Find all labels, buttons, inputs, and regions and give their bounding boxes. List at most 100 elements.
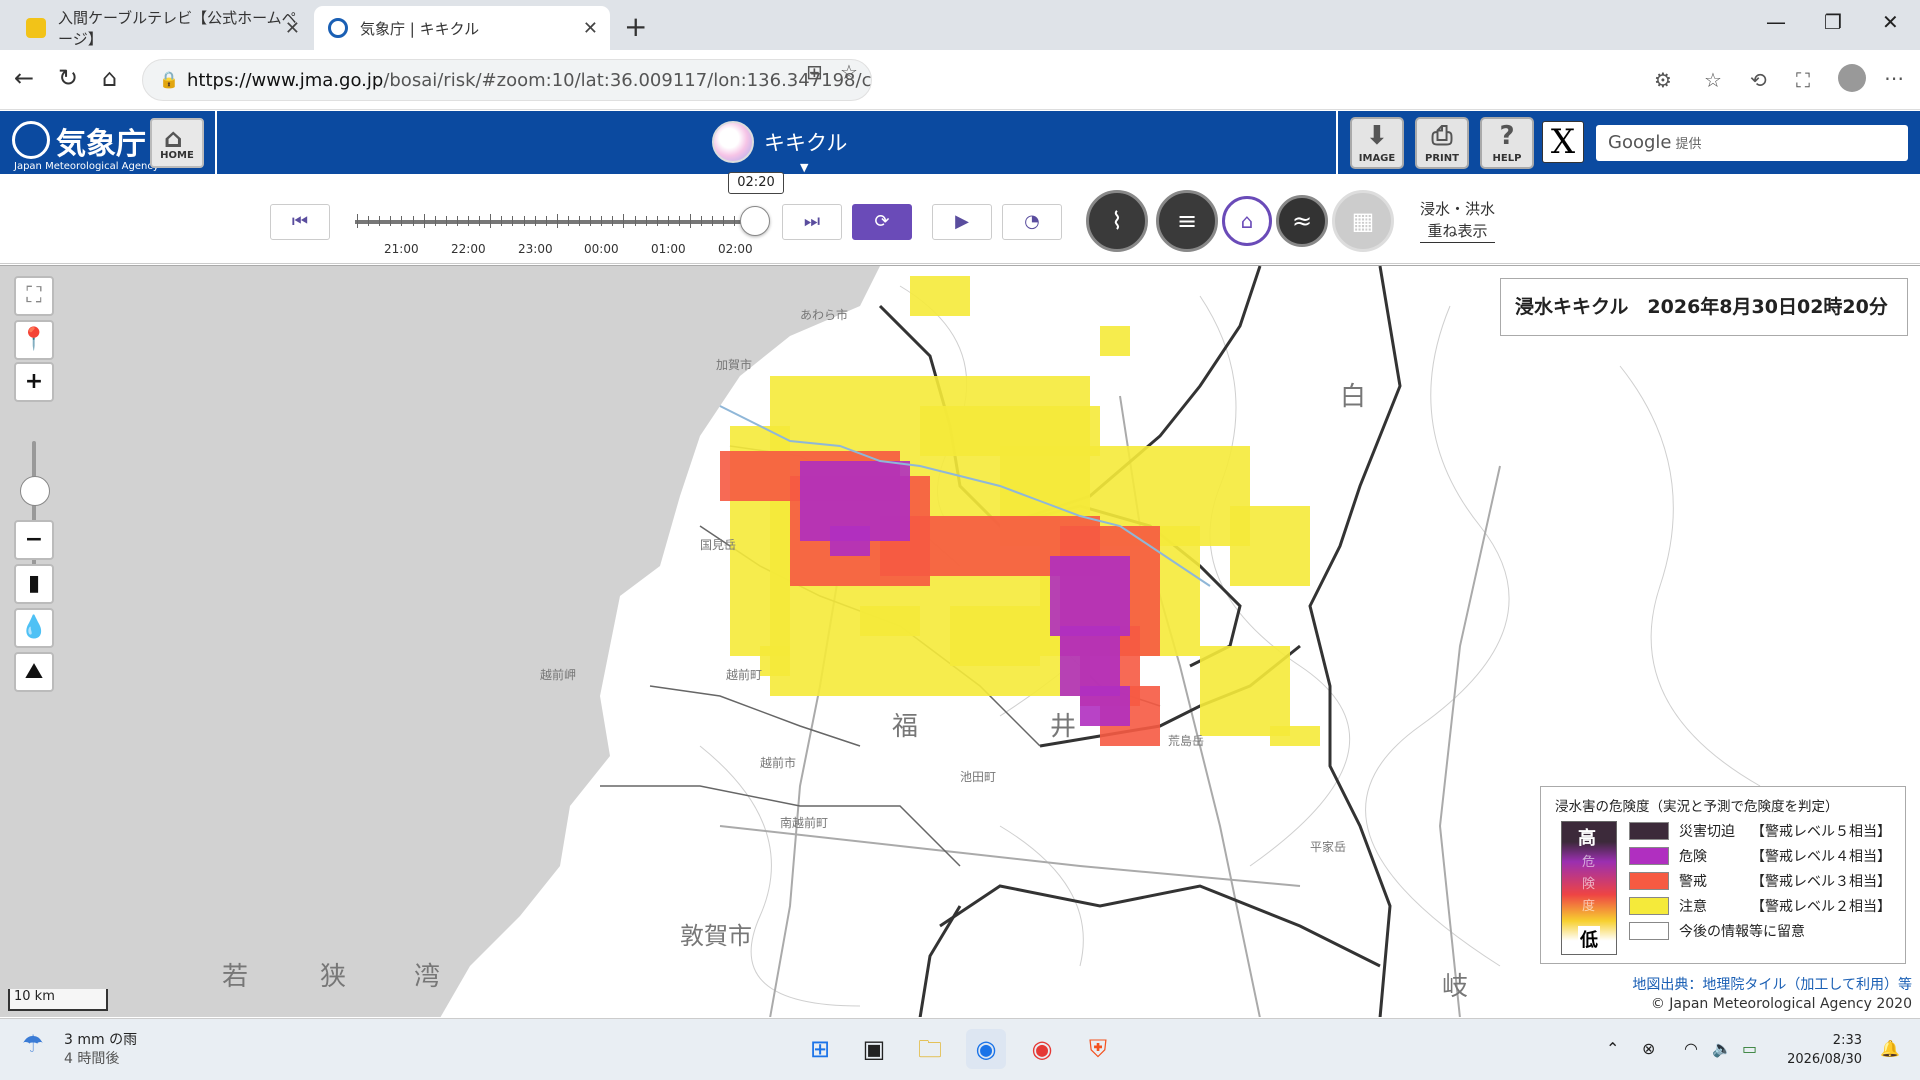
- kikikuru-logo-icon: [712, 121, 754, 163]
- new-tab-button[interactable]: +: [624, 10, 647, 43]
- time-label: 23:00: [518, 242, 553, 256]
- zoom-slider-handle[interactable]: [20, 476, 50, 506]
- layer-map-button[interactable]: ▦: [1332, 190, 1394, 252]
- app-available-icon[interactable]: ⊞: [806, 60, 823, 84]
- time-tick: [701, 216, 703, 226]
- legend-row: 危険 【警戒レベル４相当】: [1629, 846, 1891, 866]
- time-tick: [490, 214, 492, 228]
- weather-line2: 4 時間後: [64, 1051, 120, 1067]
- help-button[interactable]: ? HELP: [1480, 117, 1534, 169]
- system-clock[interactable]: 2:33 2026/08/30: [1786, 1031, 1862, 1069]
- place-label: 加賀市: [716, 358, 753, 372]
- overlay-toggle[interactable]: 浸水・洪水 重ね表示: [1420, 198, 1496, 243]
- legend-level: 【警戒レベル２相当】: [1751, 899, 1891, 915]
- tab-cable-tv[interactable]: 入間ケーブルテレビ【公式ホームページ】 ✕: [12, 6, 312, 50]
- layer-landslide-button[interactable]: ⌇: [1086, 190, 1148, 252]
- time-slider-track[interactable]: [355, 220, 755, 224]
- search-brand: Google: [1608, 132, 1672, 153]
- home-icon[interactable]: ⌂: [102, 64, 117, 92]
- back-icon[interactable]: ←: [14, 64, 34, 92]
- brave-browser-icon[interactable]: ⛨: [1078, 1029, 1118, 1069]
- task-view-icon[interactable]: ▣: [854, 1029, 894, 1069]
- maximize-icon[interactable]: ❐: [1824, 10, 1842, 34]
- tab-jma-kikikuru[interactable]: 気象庁 | キキクル ✕: [314, 6, 610, 50]
- last-frame-button[interactable]: ⏭: [782, 204, 842, 240]
- question-icon: ?: [1499, 121, 1515, 151]
- more-menu-icon[interactable]: ⋯: [1884, 66, 1904, 90]
- logo-text-jp: 気象庁: [56, 127, 146, 162]
- notification-icon[interactable]: 🔔: [1880, 1039, 1900, 1058]
- time-tick: [734, 216, 736, 226]
- tray-chevron-up-icon[interactable]: ⌃: [1606, 1039, 1619, 1058]
- location-pin-button[interactable]: 📍: [14, 320, 54, 360]
- zoom-out-button[interactable]: −: [14, 520, 54, 560]
- app-title: キキクル: [764, 131, 848, 155]
- place-label: あわら市: [800, 308, 849, 322]
- credit-source-link[interactable]: 地図出典：地理院タイル（加工して利用）等: [1632, 976, 1912, 995]
- time-tick: [423, 214, 425, 228]
- favorite-star-icon[interactable]: ☆: [840, 60, 858, 84]
- time-tick: [712, 216, 714, 226]
- time-tick: [645, 216, 647, 226]
- edge-browser-icon[interactable]: ◉: [966, 1029, 1006, 1069]
- wifi-icon[interactable]: ◠: [1684, 1039, 1698, 1058]
- place-label: 平家岳: [1310, 840, 1347, 854]
- screenshot-icon[interactable]: ⛶: [1796, 68, 1810, 92]
- time-slider-handle[interactable]: [740, 206, 770, 236]
- minimize-icon[interactable]: —: [1766, 10, 1786, 34]
- chevron-down-icon: ▼: [800, 161, 809, 174]
- close-tab-icon[interactable]: ✕: [285, 18, 300, 39]
- address-bar[interactable]: 🔒 https://www.jma.go.jp/bosai/risk/#zoom…: [142, 59, 872, 101]
- legend-high: 高: [1578, 828, 1596, 849]
- layer-inundation-button[interactable]: ≡: [1156, 190, 1218, 252]
- layer-flood-button[interactable]: ⌂: [1222, 196, 1272, 246]
- reload-icon[interactable]: ↻: [58, 64, 78, 92]
- chrome-browser-icon[interactable]: ◉: [1022, 1029, 1062, 1069]
- history-icon[interactable]: ⟲: [1750, 68, 1767, 92]
- fullscreen-button[interactable]: ⛶: [14, 276, 54, 316]
- map-credit: 地図出典：地理院タイル（加工して利用）等 © Japan Meteorologi…: [1632, 976, 1912, 1014]
- battery-icon[interactable]: ▭: [1742, 1039, 1757, 1058]
- image-button[interactable]: ⬇ IMAGE: [1350, 117, 1404, 169]
- time-tick: [479, 216, 481, 226]
- time-tick: [545, 216, 547, 226]
- legend-label: 警戒: [1679, 874, 1707, 890]
- kikikuru-menu[interactable]: キキクル ▼: [712, 121, 848, 174]
- terrain-button[interactable]: ⛰: [14, 652, 54, 692]
- overlay-line2: 重ね表示: [1420, 220, 1496, 243]
- legend-row: 注意 【警戒レベル２相当】: [1629, 896, 1891, 916]
- time-tick: [590, 216, 592, 226]
- profile-avatar[interactable]: [1838, 64, 1866, 92]
- time-tick: [456, 216, 458, 226]
- play-button[interactable]: ▶: [932, 204, 992, 240]
- header-divider: [1336, 111, 1338, 174]
- latest-refresh-button[interactable]: ⟳: [852, 204, 912, 240]
- weather-line1: 3 mm の雨: [64, 1032, 138, 1048]
- time-tick: [412, 216, 414, 226]
- x-share-button[interactable]: X: [1542, 121, 1584, 163]
- place-label: 越前市: [760, 756, 797, 770]
- close-tab-icon[interactable]: ✕: [583, 18, 598, 39]
- window-close-icon[interactable]: ✕: [1882, 10, 1899, 34]
- basemap-button[interactable]: ▮: [14, 564, 54, 604]
- time-tick: [468, 216, 469, 226]
- first-frame-button[interactable]: ⏮: [270, 204, 330, 240]
- layer-river-button[interactable]: ≈: [1276, 195, 1328, 247]
- tray-app-icon[interactable]: ⊗: [1642, 1039, 1655, 1058]
- speaker-icon[interactable]: 🔈: [1712, 1039, 1732, 1058]
- print-button[interactable]: ⎙ PRINT: [1415, 117, 1469, 169]
- site-search-input[interactable]: Google 提供: [1596, 125, 1908, 161]
- speed-button[interactable]: ◔: [1002, 204, 1062, 240]
- legend-label: 今後の情報等に留意: [1679, 924, 1805, 940]
- tab-title: 気象庁 | キキクル: [360, 19, 480, 38]
- risk-map[interactable]: あわら市 加賀市 国見岳 越前岬 越前町 越前市 南越前町 池田町 荒島岳 平家…: [0, 265, 1920, 1017]
- overlay-line1: 浸水・洪水: [1420, 200, 1496, 218]
- home-button[interactable]: ⌂ HOME: [150, 118, 204, 168]
- file-explorer-icon[interactable]: 🗀: [910, 1029, 950, 1069]
- water-drop-button[interactable]: 💧: [14, 608, 54, 648]
- favorites-icon[interactable]: ☆: [1704, 68, 1722, 92]
- extensions-puzzle-icon[interactable]: ⚙: [1654, 68, 1672, 92]
- zoom-in-button[interactable]: +: [14, 362, 54, 402]
- header-divider: [215, 111, 217, 174]
- start-windows-icon[interactable]: ⊞: [800, 1029, 840, 1069]
